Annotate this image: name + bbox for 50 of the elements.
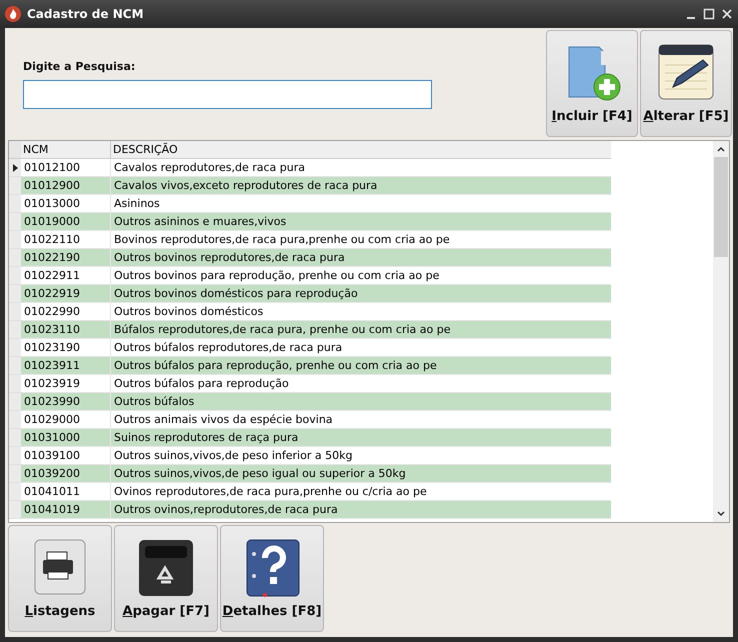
table-cell: Outros ovinos,reprodutores,de raca pura [111,501,611,519]
row-pointer-icon [12,164,18,172]
table-cell: Cavalos vivos,exceto reprodutores de raca pura [111,177,611,195]
table-cell: Outros búfalos para reprodução [111,375,611,393]
table-cell: 01022990 [21,303,111,321]
table-cell: 01022190 [21,249,111,267]
edit-button[interactable]: Alterar [F5] [640,30,732,137]
table-cell: Outros bovinos reprodutores,de raca pura [111,249,611,267]
table-cell: 01041019 [21,501,111,519]
table-cell: 01019000 [21,213,111,231]
table-cell: Outros asininos e muares,vivos [111,213,611,231]
table-cell: Outros bovinos domésticos para reprodução [111,285,611,303]
listings-button[interactable]: Listagens [8,525,112,632]
table-cell: 01012100 [21,159,111,177]
details-button[interactable]: Detalhes [F8] [220,525,324,632]
column-header[interactable]: NCM [21,141,111,158]
scrollbar-thumb[interactable] [714,157,728,257]
table-cell: 01023110 [21,321,111,339]
table-cell: 01029000 [21,411,111,429]
table-cell: Outros animais vivos da espécie bovina [111,411,611,429]
table-cell: 01023190 [21,339,111,357]
table-cell: Outros búfalos para reprodução, prenhe ou com cria ao pe [111,357,611,375]
table-cell: 01013000 [21,195,111,213]
table-cell: Outros búfalos [111,393,611,411]
table-cell: 01023911 [21,357,111,375]
search-label: Digite a Pesquisa: [23,59,136,75]
table-cell: 01023919 [21,375,111,393]
table-cell: 01039200 [21,465,111,483]
table-cell: Suinos reprodutores de raça pura [111,429,611,447]
table-cell: Outros suinos,vivos,de peso igual ou superior a 50kg [111,465,611,483]
table-cell: 01031000 [21,429,111,447]
include-button[interactable]: Incluir [F4] [546,30,638,137]
table-cell: 01022110 [21,231,111,249]
table-cell: 01041011 [21,483,111,501]
window-title: Cadastro de NCM [27,6,144,23]
column-header[interactable]: DESCRIÇÃO [111,141,611,158]
search-field[interactable] [23,80,432,108]
scrollbar[interactable] [713,141,729,522]
table-cell: 01023990 [21,393,111,411]
delete-button[interactable]: Apagar [F7] [114,525,218,632]
table-cell: 01039100 [21,447,111,465]
table-cell: Outros bovinos domésticos [111,303,611,321]
maximize-icon[interactable] [703,8,715,20]
table-cell: Outros búfalos reprodutores,de raca pura [111,339,611,357]
table-cell: 01022911 [21,267,111,285]
close-icon[interactable] [721,8,733,20]
table-cell: Búfalos reprodutores,de raca pura, prenhe ou com cria ao pe [111,321,611,339]
table-cell: 01012900 [21,177,111,195]
table-cell: 01022919 [21,285,111,303]
row-selector[interactable] [9,159,21,177]
